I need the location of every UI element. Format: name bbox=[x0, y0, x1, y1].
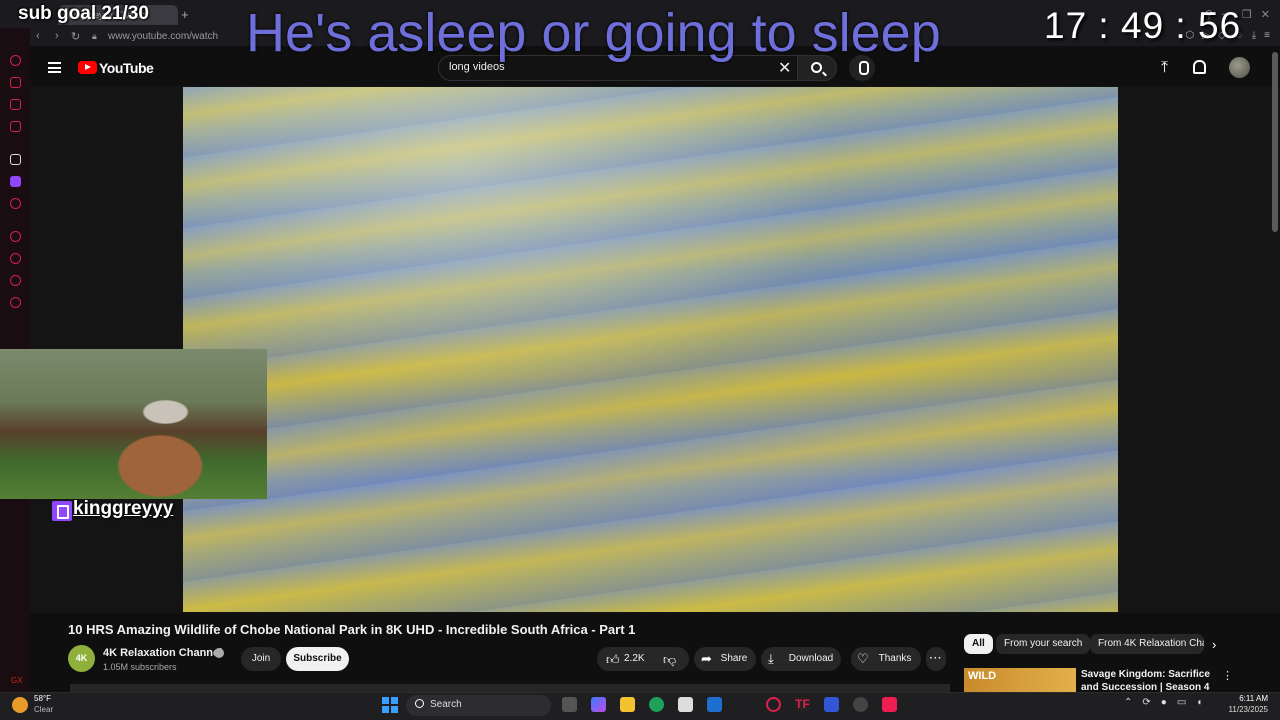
recommended-title[interactable]: Savage Kingdom: Sacrifice and Succession… bbox=[1081, 668, 1216, 692]
taskbar-time[interactable]: 6:11 AM bbox=[1228, 694, 1268, 703]
avatar-cam bbox=[0, 349, 267, 499]
mic-icon[interactable]: ● bbox=[1161, 697, 1167, 708]
guide-menu-icon[interactable] bbox=[48, 62, 61, 73]
description-box[interactable] bbox=[70, 684, 950, 692]
twitch-icon[interactable] bbox=[10, 176, 21, 187]
twitch-username: kinggreyyy bbox=[73, 498, 174, 519]
like-icon: 👍︎ bbox=[606, 652, 620, 667]
system-tray: ⌃ ⟳ ● ▭ ◖ bbox=[1124, 697, 1202, 708]
volume-icon[interactable]: ◖ bbox=[1196, 697, 1202, 708]
sync-icon[interactable]: ⟳ bbox=[1142, 697, 1150, 708]
twitch-logo-icon bbox=[52, 501, 72, 521]
windows-taskbar bbox=[0, 692, 1280, 720]
display-icon[interactable]: ▭ bbox=[1177, 697, 1186, 708]
settings-icon[interactable] bbox=[10, 297, 21, 308]
sidebar-more-icon[interactable]: GX bbox=[11, 676, 23, 685]
pinboard-icon[interactable] bbox=[10, 275, 21, 286]
more-actions-button[interactable]: ··· bbox=[926, 647, 946, 671]
whatsapp-icon[interactable] bbox=[10, 121, 21, 132]
close-window-button[interactable]: ✕ bbox=[1261, 8, 1270, 21]
page-scrollbar[interactable] bbox=[1272, 52, 1278, 232]
back-icon[interactable]: ‹ bbox=[36, 30, 40, 42]
create-icon[interactable]: ⤒ bbox=[1161, 59, 1168, 77]
sub-goal-overlay: sub goal 21/30 bbox=[18, 3, 149, 24]
stream-banner: He's asleep or going to sleep bbox=[246, 3, 941, 63]
aria-icon[interactable] bbox=[10, 154, 21, 165]
clock-icon[interactable] bbox=[10, 253, 21, 264]
outlook-icon[interactable] bbox=[707, 697, 722, 712]
player-icon[interactable] bbox=[10, 231, 21, 242]
video-title: 10 HRS Amazing Wildlife of Chobe Nationa… bbox=[68, 622, 636, 637]
url-field[interactable]: www.youtube.com/watch bbox=[108, 31, 218, 42]
youtube-logo-icon[interactable] bbox=[78, 61, 97, 74]
app-tf-icon[interactable]: TF bbox=[795, 697, 810, 712]
channel-name[interactable]: 4K Relaxation Channel bbox=[103, 647, 222, 659]
recommended-thumbnail[interactable]: WILD bbox=[964, 668, 1076, 692]
subscriber-count: 1.05M subscribers bbox=[103, 662, 177, 672]
shopping-icon[interactable] bbox=[10, 77, 21, 88]
channel-avatar[interactable]: 4K bbox=[68, 645, 95, 672]
file-explorer-icon[interactable] bbox=[620, 697, 635, 712]
screen: Kinggreyyy - Twitch + ⚲ — ❐ ✕ ‹ › ↻ 🔒︎ w… bbox=[0, 0, 1280, 720]
join-button[interactable]: Join bbox=[241, 647, 281, 671]
thumb-label: WILD bbox=[968, 670, 997, 682]
maximize-button[interactable]: ❐ bbox=[1242, 8, 1252, 21]
edge-icon[interactable] bbox=[649, 697, 664, 712]
history-icon[interactable] bbox=[10, 55, 21, 66]
reload-icon[interactable]: ↻ bbox=[71, 30, 80, 43]
task-view-icon[interactable] bbox=[562, 697, 577, 712]
copilot-icon[interactable] bbox=[591, 697, 606, 712]
download-icon: ⤓ bbox=[768, 651, 774, 666]
dislike-button[interactable]: 👎︎ bbox=[663, 652, 676, 668]
taskbar-date[interactable]: 11/23/2025 bbox=[1218, 705, 1268, 714]
notifications-icon[interactable] bbox=[1193, 60, 1206, 74]
download-icon[interactable]: ⤓ bbox=[1252, 30, 1256, 41]
tray-overflow-icon[interactable]: ⌃ bbox=[1124, 697, 1132, 708]
taskbar-search[interactable] bbox=[406, 695, 551, 716]
lock-icon: 🔒︎ bbox=[92, 31, 97, 41]
weather-icon[interactable] bbox=[12, 697, 28, 713]
video-player[interactable] bbox=[183, 87, 1118, 612]
thanks-icon: ♡ bbox=[857, 651, 869, 666]
taskbar-search-label: Search bbox=[430, 699, 462, 710]
music-icon[interactable] bbox=[10, 198, 21, 209]
weather-temp[interactable]: 58°F bbox=[34, 694, 51, 703]
tiktok-icon[interactable] bbox=[882, 697, 897, 712]
weather-condition: Clear bbox=[34, 705, 54, 714]
chip-all[interactable]: All bbox=[964, 634, 993, 654]
youtube-brand[interactable]: YouTube bbox=[99, 60, 154, 76]
new-tab-button[interactable]: + bbox=[181, 7, 189, 22]
search-icon bbox=[415, 699, 424, 708]
app-blue-icon[interactable] bbox=[824, 697, 839, 712]
chevron-right-icon[interactable]: › bbox=[1212, 637, 1216, 652]
stream-clock: 17 : 49 : 56 bbox=[1044, 5, 1242, 46]
chip-from-search[interactable]: From your search bbox=[996, 634, 1091, 654]
more-vert-icon[interactable]: ⋮ bbox=[1222, 669, 1233, 682]
messenger-icon[interactable] bbox=[10, 99, 21, 110]
opera-icon[interactable] bbox=[766, 697, 781, 712]
share-icon: ➦ bbox=[701, 651, 712, 666]
subscribe-button[interactable]: Subscribe bbox=[286, 647, 349, 671]
menu-icon[interactable]: ≡ bbox=[1264, 30, 1270, 41]
start-icon[interactable] bbox=[382, 697, 398, 713]
store-icon[interactable] bbox=[678, 697, 693, 712]
verified-icon bbox=[214, 648, 224, 658]
obs-icon[interactable] bbox=[853, 697, 868, 712]
account-avatar[interactable] bbox=[1229, 57, 1250, 78]
forward-icon[interactable]: › bbox=[55, 30, 59, 42]
chip-from-channel[interactable]: From 4K Relaxation Channel bbox=[1090, 634, 1204, 654]
